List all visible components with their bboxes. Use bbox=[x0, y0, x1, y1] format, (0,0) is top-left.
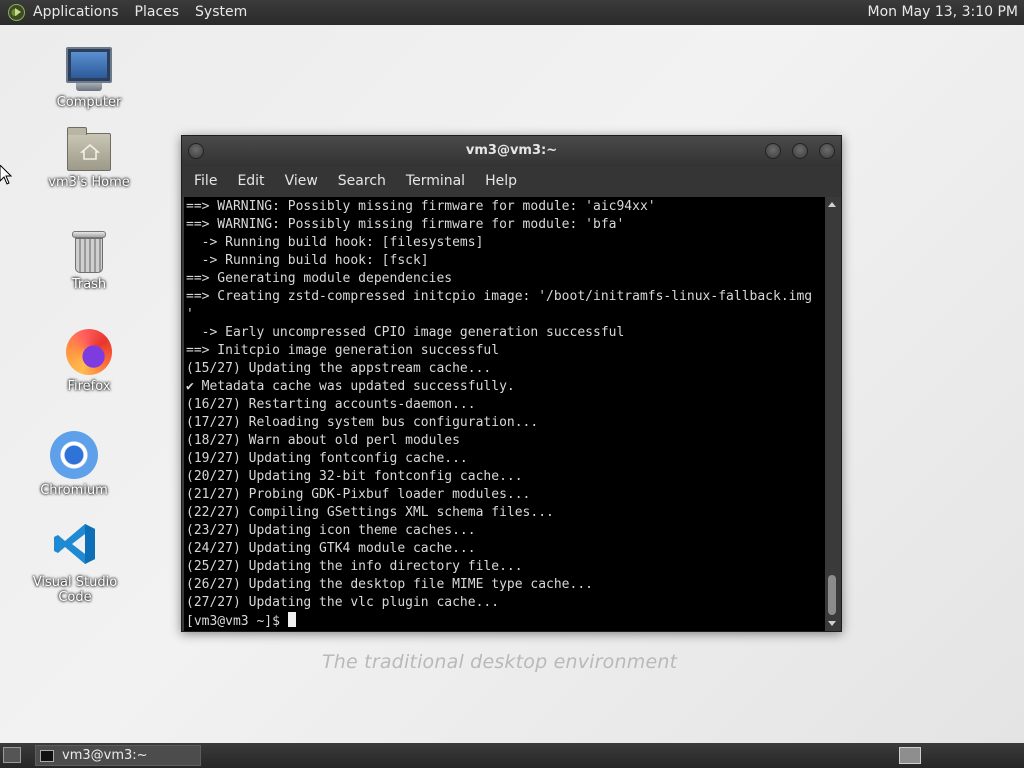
top-panel: Applications Places System Mon May 13, 3… bbox=[0, 0, 1024, 25]
close-button[interactable] bbox=[819, 143, 835, 159]
scrollbar-thumb[interactable] bbox=[828, 575, 836, 615]
terminal-icon bbox=[40, 749, 54, 762]
terminal-line: ✔ Metadata cache was updated successfull… bbox=[186, 379, 515, 394]
applications-menu[interactable]: Applications bbox=[0, 0, 127, 25]
taskbar-button-terminal[interactable]: vm3@vm3:~ bbox=[35, 745, 201, 766]
desktop-icon-computer[interactable]: Computer bbox=[34, 47, 144, 110]
mate-logo-icon bbox=[8, 4, 25, 21]
terminal-line: (18/27) Warn about old perl modules bbox=[186, 433, 460, 448]
menu-help[interactable]: Help bbox=[475, 166, 527, 197]
desktop-icon-label: vm3's Home bbox=[48, 175, 130, 190]
terminal-line: (17/27) Reloading system bus configurati… bbox=[186, 415, 539, 430]
trash-icon bbox=[34, 231, 144, 273]
minimize-button[interactable] bbox=[765, 143, 781, 159]
terminal-line: (16/27) Restarting accounts-daemon... bbox=[186, 397, 476, 412]
menu-search[interactable]: Search bbox=[328, 166, 396, 197]
maximize-button[interactable] bbox=[792, 143, 808, 159]
terminal-line: (24/27) Updating GTK4 module cache... bbox=[186, 541, 476, 556]
desktop-icon-firefox[interactable]: Firefox bbox=[34, 329, 144, 394]
workspace-switcher[interactable] bbox=[899, 747, 921, 764]
mouse-pointer-icon bbox=[0, 165, 12, 185]
terminal-line: (27/27) Updating the vlc plugin cache... bbox=[186, 595, 500, 610]
desktop-icon-vscode[interactable]: Visual Studio Code bbox=[20, 521, 130, 605]
terminal-line: (20/27) Updating 32-bit fontconfig cache… bbox=[186, 469, 523, 484]
window-title: vm3@vm3:~ bbox=[465, 143, 558, 158]
taskbar-button-label: vm3@vm3:~ bbox=[62, 748, 148, 763]
terminal-line: (23/27) Updating icon theme caches... bbox=[186, 523, 476, 538]
desktop-icon-label: Visual Studio Code bbox=[32, 575, 118, 605]
terminal-line: -> Early uncompressed CPIO image generat… bbox=[186, 325, 625, 340]
desktop-icon-home[interactable]: vm3's Home bbox=[34, 127, 144, 190]
scroll-down-arrow-icon[interactable] bbox=[828, 621, 836, 626]
menu-view[interactable]: View bbox=[275, 166, 328, 197]
desktop-icon-label: Chromium bbox=[40, 483, 108, 498]
desktop-icon-chromium[interactable]: Chromium bbox=[19, 431, 129, 498]
places-menu[interactable]: Places bbox=[127, 0, 188, 25]
terminal-line: ==> Generating module dependencies bbox=[186, 271, 453, 286]
terminal-line: -> Running build hook: [filesystems] bbox=[186, 235, 484, 250]
desktop-icon-label: Computer bbox=[56, 95, 122, 110]
terminal-line: (26/27) Updating the desktop file MIME t… bbox=[186, 577, 593, 592]
system-menu[interactable]: System bbox=[187, 0, 255, 25]
scroll-up-arrow-icon[interactable] bbox=[828, 202, 836, 207]
desktop-icon-label: Firefox bbox=[67, 379, 111, 394]
terminal-line: ==> Initcpio image generation successful bbox=[186, 343, 500, 358]
terminal-menubar: File Edit View Search Terminal Help bbox=[182, 166, 841, 197]
vscode-icon bbox=[20, 521, 130, 571]
terminal-line: ==> Creating zstd-compressed initcpio im… bbox=[186, 289, 813, 304]
terminal-scrollbar[interactable] bbox=[825, 197, 839, 631]
terminal-cursor bbox=[287, 612, 296, 627]
menu-terminal[interactable]: Terminal bbox=[396, 166, 475, 197]
terminal-output[interactable]: ==> WARNING: Possibly missing firmware f… bbox=[184, 197, 825, 631]
chromium-icon bbox=[50, 431, 98, 479]
terminal-line: (15/27) Updating the appstream cache... bbox=[186, 361, 492, 376]
desktop-icon-trash[interactable]: Trash bbox=[34, 231, 144, 292]
applications-menu-label: Applications bbox=[33, 4, 119, 20]
wallpaper-tagline: The traditional desktop environment bbox=[322, 651, 678, 673]
terminal-line: ==> WARNING: Possibly missing firmware f… bbox=[186, 199, 656, 214]
computer-icon bbox=[34, 47, 144, 91]
terminal-prompt: [vm3@vm3 ~]$ bbox=[186, 614, 288, 629]
terminal-line: (21/27) Probing GDK-Pixbuf loader module… bbox=[186, 487, 531, 502]
terminal-line: (25/27) Updating the info directory file… bbox=[186, 559, 523, 574]
terminal-window[interactable]: vm3@vm3:~ File Edit View Search Terminal… bbox=[181, 135, 842, 632]
terminal-line: (19/27) Updating fontconfig cache... bbox=[186, 451, 468, 466]
window-menu-button[interactable] bbox=[188, 143, 204, 159]
terminal-text: ==> WARNING: Possibly missing firmware f… bbox=[186, 198, 812, 631]
home-folder-icon bbox=[34, 127, 144, 171]
terminal-line: -> Running build hook: [fsck] bbox=[186, 253, 429, 268]
menu-edit[interactable]: Edit bbox=[227, 166, 274, 197]
terminal-line: ==> WARNING: Possibly missing firmware f… bbox=[186, 217, 625, 232]
menu-file[interactable]: File bbox=[182, 166, 227, 197]
window-titlebar[interactable]: vm3@vm3:~ bbox=[182, 136, 841, 166]
clock[interactable]: Mon May 13, 3:10 PM bbox=[860, 0, 1024, 25]
desktop-icon-label: Trash bbox=[71, 277, 107, 292]
terminal-line: (22/27) Compiling GSettings XML schema f… bbox=[186, 505, 554, 520]
bottom-panel: vm3@vm3:~ bbox=[0, 743, 1024, 768]
firefox-icon bbox=[66, 329, 112, 375]
show-desktop-icon[interactable] bbox=[3, 747, 21, 763]
terminal-line: ' bbox=[186, 307, 194, 322]
